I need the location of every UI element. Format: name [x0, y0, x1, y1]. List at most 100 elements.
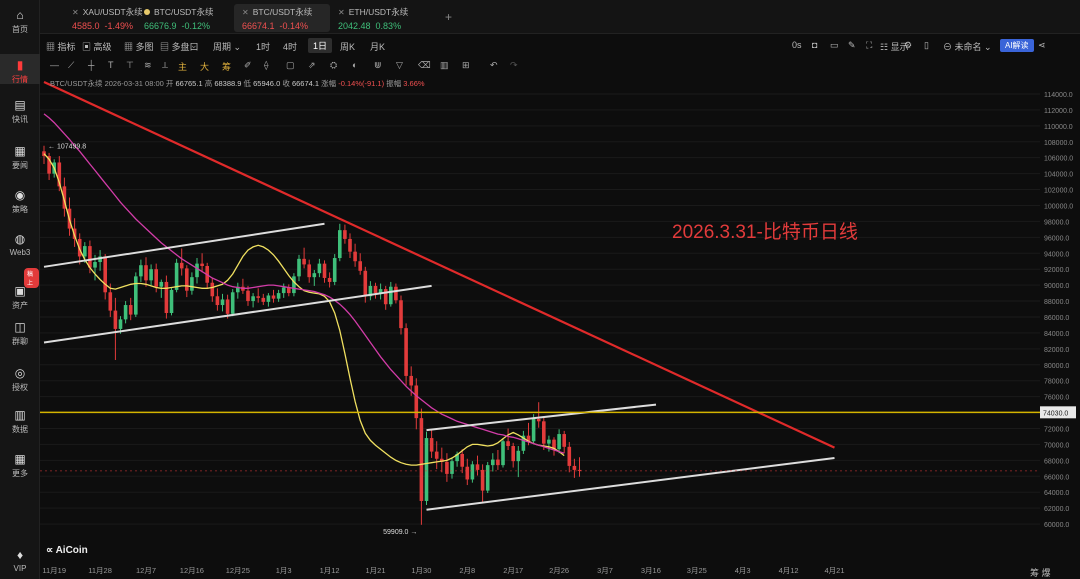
price-axis[interactable]: 60000.0 62000.0 64000.0 66000.0 68000.0 70000… [1040, 74, 1080, 579]
edit-icon[interactable]: ✎ [848, 40, 856, 51]
period-button[interactable]: 周期 ⌄ [213, 40, 241, 53]
ray-tool-icon[interactable]: ⟋ [68, 60, 74, 71]
sidebar-item-headline[interactable]: ▦ 要闻 [0, 144, 40, 171]
chevron-down-icon[interactable]: ⌄ [190, 40, 198, 51]
add-tab-button[interactable]: + [445, 10, 452, 24]
sidebar-item-data[interactable]: ▥ 数据 [0, 408, 40, 435]
ai-interpret-button[interactable]: AI解读 [1000, 39, 1034, 52]
info-close: 66674.1 [291, 79, 320, 88]
high-annotation: ← 107499.8 [48, 144, 86, 151]
symbol-tab-1[interactable]: BTC/USDT永续 66676.9 -0.12% [136, 4, 232, 32]
image-icon[interactable]: ▭ [830, 40, 839, 51]
price-chart[interactable]: 11月19 11月28 12月7 12月16 12月25 1月3 1月12 1月21 1月30 2… [40, 74, 1040, 579]
lock-icon[interactable]: ⛭ [330, 60, 337, 71]
layout-icon[interactable]: ▯ [924, 40, 929, 51]
candle-body [271, 295, 276, 299]
candle-body [475, 464, 480, 470]
camera-icon[interactable]: ◘ [812, 40, 817, 50]
sidebar-item-label: VIP [13, 564, 27, 573]
candle-body [491, 459, 495, 466]
big-order-button[interactable]: 大 [200, 60, 209, 73]
period-1h-button[interactable]: 1时 [256, 40, 270, 53]
sidebar-item-market[interactable]: ▮ 行情 [0, 54, 40, 84]
close-icon[interactable]: ✕ [338, 8, 345, 17]
candle-body [322, 263, 327, 278]
brush-icon[interactable]: ✐ [244, 60, 252, 71]
main-chip-button[interactable]: 主 [178, 60, 187, 73]
seconds-toggle[interactable]: 0s [792, 40, 802, 50]
symbol-tab-2[interactable]: ✕ BTC/USDT永续 66674.1 -0.14% [234, 4, 330, 32]
info-chg: -0.14%(-91.1) [338, 79, 385, 88]
delete-icon[interactable]: ▥ [440, 60, 449, 71]
eye-icon[interactable]: ◐ [352, 60, 357, 70]
period-1w-button[interactable]: 周K [340, 40, 355, 53]
tab-price: 66674.1 [242, 21, 275, 31]
auth-icon: ◎ [14, 366, 26, 380]
symbol-tab-3[interactable]: ✕ ETH/USDT永续 2042.48 0.83% [330, 4, 426, 32]
y-tick-label: 84000.0 [1044, 331, 1069, 338]
fullscreen-icon[interactable]: ⛶ [866, 40, 872, 51]
candle-body [353, 251, 357, 262]
redo-icon[interactable]: ↷ [510, 60, 518, 71]
strategy-icon: ◉ [14, 188, 26, 202]
sidebar-item-strategy[interactable]: ◉ 策略 [0, 188, 40, 215]
info-symbol: BTC/USDT永续 [50, 79, 103, 88]
candle-body [276, 293, 281, 299]
advanced-button[interactable]: ▣ 高级 [82, 40, 112, 53]
line-tool-icon[interactable]: — [50, 60, 59, 70]
tab-name: BTC/USDT永续 [154, 7, 214, 17]
layout-name-button[interactable]: ⊖ 未命名 ⌄ [943, 40, 992, 53]
sidebar-badge: 稿上 [24, 268, 39, 288]
fib-tool-icon[interactable]: ≋ [144, 60, 152, 71]
close-icon[interactable]: ✕ [72, 8, 79, 17]
y-tick-label: 114000.0 [1044, 92, 1073, 99]
candle-body [113, 310, 118, 329]
period-1m-button[interactable]: 月K [370, 40, 385, 53]
vip-icon: ♦ [16, 548, 24, 562]
trash-icon[interactable]: ⌫ [418, 60, 431, 71]
candle-body [302, 258, 306, 265]
arrow-icon[interactable]: ⇗ [308, 60, 316, 71]
vertical-line-icon[interactable]: ┼ [88, 60, 94, 70]
x-tick-label: 12月25 [226, 566, 250, 575]
more-tools-icon[interactable]: ⊞ [462, 60, 470, 71]
sidebar-item-home[interactable]: ⌂ 首页 [0, 8, 40, 35]
multi-chart-button[interactable]: ▦ 多图 [124, 40, 154, 53]
settings-icon[interactable]: ⚙ [904, 40, 912, 51]
sidebar-item-asset[interactable]: ▣ 资产 [0, 284, 40, 311]
sidebar-item-web3[interactable]: ◍ Web3 [0, 232, 40, 257]
sidebar-item-chat[interactable]: ◫ 群聊 [0, 320, 40, 347]
tab-change: -0.14% [279, 21, 309, 31]
candle-body [343, 230, 347, 239]
text-tool-icon[interactable]: T [108, 60, 114, 70]
sidebar-item-more[interactable]: ▦ 更多 [0, 452, 40, 479]
bottom-right-tools[interactable]: 筹 爆 [1030, 566, 1051, 579]
period-4h-button[interactable]: 4时 [283, 40, 297, 53]
candle-body [246, 290, 250, 302]
sidebar: ⌂ 首页 ▮ 行情 ▤ 快讯 ▦ 要闻 ◉ 策略 ◍ Web3 ▣ 资产 ◫ 群聊 ◎ 授权 ▥ 数据 ▦ 更多 ♦ VIP 稿… [0, 0, 40, 579]
tab-quote: 66674.1 -0.14% [242, 21, 330, 31]
filter-icon[interactable]: ▽ [396, 60, 403, 71]
y-tick-label: 88000.0 [1044, 299, 1069, 306]
candle-body [363, 270, 368, 297]
measure-tool-icon[interactable]: ⊤ [126, 60, 134, 71]
box-icon[interactable]: ▢ [286, 60, 295, 71]
ruler-icon[interactable]: ⟂ [162, 60, 168, 71]
chart-toolbar: ▦ 指标 ▣ 高级 ▦ 多图 ▤ 多盘口 ⌄ 周期 ⌄ 1时 4时 1日 周K … [40, 36, 1080, 56]
y-tick-label: 86000.0 [1044, 315, 1069, 322]
candle-body [348, 238, 352, 252]
indicator-button[interactable]: ▦ 指标 [46, 40, 76, 53]
chip-dist-button[interactable]: 筹 [222, 60, 231, 73]
sidebar-item-news[interactable]: ▤ 快讯 [0, 98, 40, 125]
y-tick-label: 68000.0 [1044, 458, 1069, 465]
sidebar-item-auth[interactable]: ◎ 授权 [0, 366, 40, 393]
close-icon[interactable]: ✕ [242, 8, 249, 17]
period-1d-button[interactable]: 1日 [308, 38, 333, 53]
share-icon[interactable]: ⋖ [1038, 40, 1046, 51]
tab-quote: 2042.48 0.83% [338, 21, 426, 31]
candle-body [108, 292, 113, 311]
sidebar-item-vip[interactable]: ♦ VIP [0, 548, 40, 573]
undo-icon[interactable]: ↶ [490, 60, 498, 71]
pattern-icon[interactable]: ⟠ [264, 60, 268, 71]
magnet-icon[interactable]: ⋓ [374, 60, 382, 71]
